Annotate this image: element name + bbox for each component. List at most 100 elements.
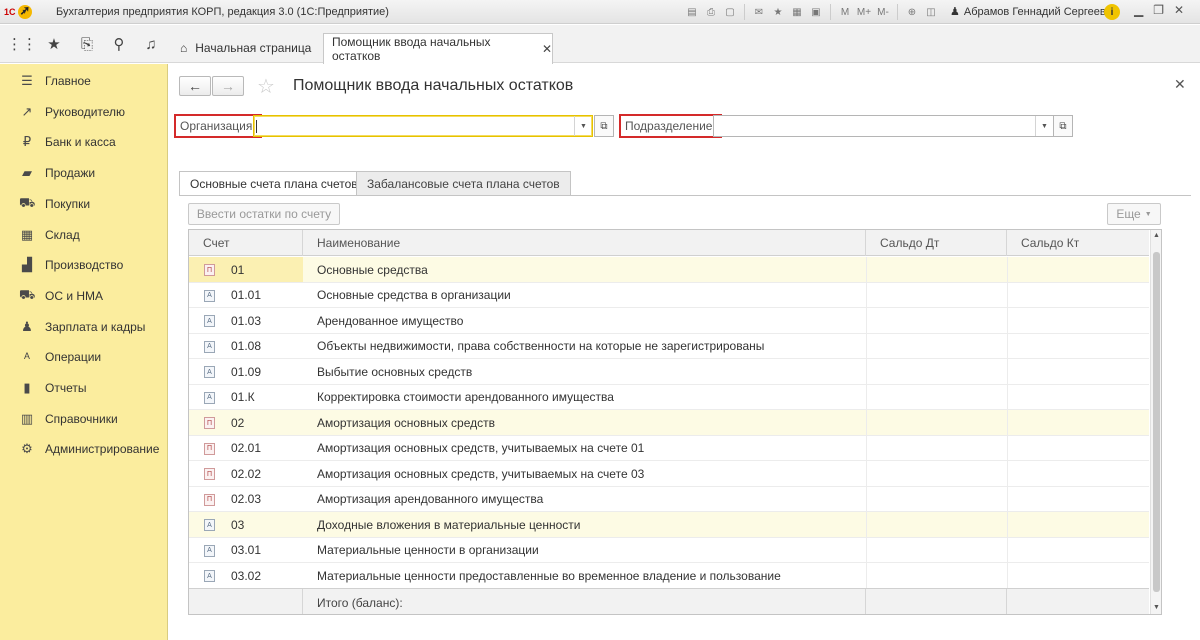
user-info[interactable]: ♟ Абрамов Геннадий Сергеевич [950, 5, 1118, 19]
column-header-account[interactable]: Счет [189, 230, 303, 256]
sidebar-item[interactable]: ᴬ Операции [0, 342, 168, 372]
tab-opening-balances[interactable]: Помощник ввода начальных остатков ✕ [323, 33, 553, 64]
cell-debit[interactable] [866, 435, 1007, 461]
cell-credit[interactable] [1007, 537, 1149, 563]
chevron-down-icon[interactable]: ▼ [574, 116, 592, 136]
restore-icon[interactable]: ❐ [1153, 3, 1164, 17]
cell-credit[interactable] [1007, 486, 1149, 512]
scrollbar-thumb[interactable] [1153, 252, 1160, 592]
mail-icon[interactable]: ✉ [751, 4, 767, 20]
save-icon[interactable]: ▤ [684, 4, 700, 20]
table-row[interactable]: А 01.09 Выбытие основных средств [189, 359, 1149, 385]
sidebar-item[interactable]: ▟ Производство [0, 250, 168, 280]
table-row[interactable]: А 01.К Корректировка стоимости арендованно… [189, 384, 1149, 410]
scroll-up-icon[interactable]: ▲ [1153, 232, 1160, 239]
sidebar-item[interactable]: ⚙ Администрирование [0, 434, 168, 464]
cell-credit[interactable] [1007, 359, 1149, 384]
history-icon[interactable]: ⎘ [71, 25, 103, 63]
cell-debit[interactable] [866, 486, 1007, 512]
table-row[interactable]: А 03.01 Материальные ценности в организаци… [189, 537, 1149, 563]
search-icon[interactable]: ⚲ [103, 25, 135, 63]
department-field[interactable]: ▼ [713, 115, 1054, 137]
m-minus-icon[interactable]: M- [875, 4, 891, 20]
table-row[interactable]: П 02.03 Амортизация арендованного имуществ… [189, 486, 1149, 512]
column-header-debit[interactable]: Сальдо Дт [866, 230, 1007, 256]
minimize-icon[interactable]: ▁ [1134, 3, 1143, 17]
preview-icon[interactable]: ▢ [722, 4, 738, 20]
organization-open-button[interactable]: ⧉ [594, 115, 614, 137]
vertical-scrollbar[interactable]: ▲ ▼ [1150, 230, 1161, 614]
scroll-down-icon[interactable]: ▼ [1153, 604, 1160, 611]
cell-debit[interactable] [866, 384, 1007, 410]
table-row[interactable]: П 01 Основные средства [189, 257, 1149, 283]
close-window-icon[interactable]: ✕ [1174, 3, 1184, 17]
sidebar-item[interactable]: ⛟ ОС и НМА [0, 281, 168, 311]
cell-debit[interactable] [866, 257, 1007, 282]
table-row[interactable]: А 03 Доходные вложения в материальные ценн… [189, 512, 1149, 538]
cell-debit[interactable] [866, 563, 1007, 588]
sidebar-item[interactable]: ♟ Зарплата и кадры [0, 312, 168, 342]
sidebar-item[interactable]: ⛟ Покупки [0, 189, 168, 219]
table-row[interactable]: А 03.02 Материальные ценности предоставлен… [189, 563, 1149, 589]
tab-home[interactable]: ⌂ Начальная страница [168, 33, 323, 63]
cell-credit[interactable] [1007, 563, 1149, 588]
sidebar-item[interactable]: ☰ Главное [0, 66, 168, 96]
table-row[interactable]: П 02.01 Амортизация основных средств, учит… [189, 435, 1149, 461]
back-button[interactable]: ← [179, 76, 211, 96]
sidebar-item[interactable]: ▮ Отчеты [0, 373, 168, 403]
sidebar-item[interactable]: ₽ Банк и касса [0, 127, 168, 157]
more-button[interactable]: Еще ▼ [1107, 203, 1161, 225]
sidebar-item[interactable]: ▦ Склад [0, 220, 168, 250]
cell-debit[interactable] [866, 333, 1007, 359]
cell-debit[interactable] [866, 308, 1007, 333]
forward-button[interactable]: → [212, 76, 244, 96]
cell-debit[interactable] [866, 410, 1007, 435]
cell-debit[interactable] [866, 512, 1007, 537]
print-icon[interactable]: ⎙ [703, 4, 719, 20]
cell-credit[interactable] [1007, 435, 1149, 461]
cell-credit[interactable] [1007, 410, 1149, 435]
column-header-name[interactable]: Наименование [303, 230, 866, 256]
column-header-credit[interactable]: Сальдо Кт [1007, 230, 1149, 256]
table-row[interactable]: А 01.01 Основные средства в организации [189, 282, 1149, 308]
sidebar-item[interactable]: ▰ Продажи [0, 158, 168, 188]
department-open-button[interactable]: ⧉ [1053, 115, 1073, 137]
cell-credit[interactable] [1007, 333, 1149, 359]
calendar-icon[interactable]: ▣ [808, 4, 824, 20]
tab-main-accounts[interactable]: Основные счета плана счетов [179, 171, 369, 196]
cell-debit[interactable] [866, 359, 1007, 384]
enter-balance-button[interactable]: Ввести остатки по счету [188, 203, 340, 225]
favorite-star-icon[interactable]: ☆ [257, 74, 275, 99]
table-row[interactable]: П 02 Амортизация основных средств [189, 410, 1149, 436]
cell-credit[interactable] [1007, 282, 1149, 308]
apps-grid-icon[interactable]: ⋮⋮ [6, 25, 38, 63]
cell-debit[interactable] [866, 537, 1007, 563]
table-row[interactable]: А 01.08 Объекты недвижимости, права собств… [189, 333, 1149, 359]
close-form-icon[interactable]: ✕ [1174, 76, 1186, 93]
cell-credit[interactable] [1007, 308, 1149, 333]
cell-credit[interactable] [1007, 384, 1149, 410]
cell-debit[interactable] [866, 461, 1007, 486]
m-plus-icon[interactable]: M+ [856, 4, 872, 20]
panel-icon[interactable]: ◫ [923, 4, 939, 20]
cell-debit[interactable] [866, 282, 1007, 308]
table-row[interactable]: А 01.03 Арендованное имущество [189, 308, 1149, 334]
sidebar: ☰ Главное ↗ Руководителю ₽ Банк и касса ▰ Прода… [0, 64, 168, 640]
m-icon[interactable]: M [837, 4, 853, 20]
bell-icon[interactable]: ♫ [135, 25, 167, 63]
close-icon[interactable]: ✕ [542, 42, 552, 56]
tab-off-balance-accounts[interactable]: Забалансовые счета плана счетов [356, 171, 571, 195]
info-icon[interactable]: i [1104, 4, 1120, 20]
chevron-down-icon[interactable]: ▼ [1035, 116, 1053, 136]
favorites-icon[interactable]: ★ [770, 4, 786, 20]
sidebar-item[interactable]: ▥ Справочники [0, 404, 168, 434]
star-icon[interactable]: ★ [38, 25, 70, 63]
sidebar-item[interactable]: ↗ Руководителю [0, 97, 168, 127]
cell-credit[interactable] [1007, 461, 1149, 486]
organization-field[interactable]: ▼ [253, 115, 593, 137]
cell-credit[interactable] [1007, 257, 1149, 282]
cell-credit[interactable] [1007, 512, 1149, 537]
zoom-icon[interactable]: ⊕ [904, 4, 920, 20]
table-row[interactable]: П 02.02 Амортизация основных средств, учит… [189, 461, 1149, 487]
calculator-icon[interactable]: ▦ [789, 4, 805, 20]
